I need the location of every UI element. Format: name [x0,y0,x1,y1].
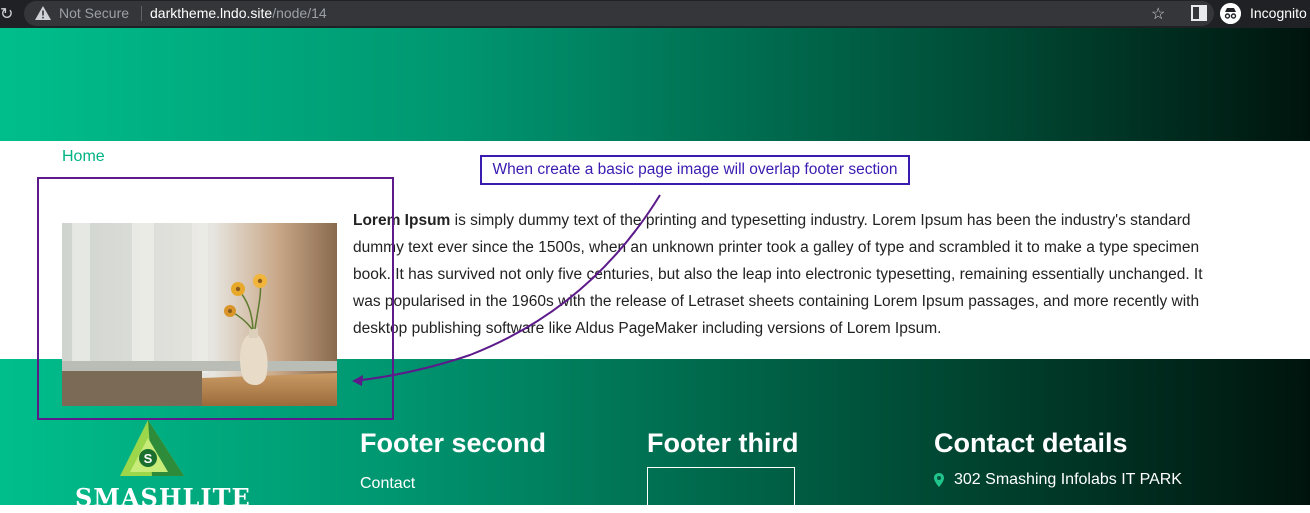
arrow-icon [352,194,661,386]
